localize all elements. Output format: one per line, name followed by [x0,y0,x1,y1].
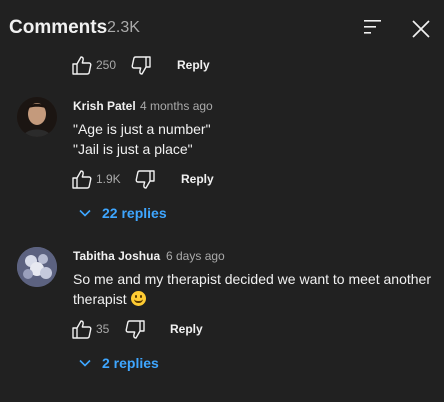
view-replies-button[interactable]: 22 replies [78,203,188,223]
dislike-icon[interactable] [134,169,156,191]
grinning-face-emoji [130,291,146,306]
comment-text: So me and my therapist decided we want t… [73,269,438,309]
comment-text: "Age is just a number" "Jail is just a p… [73,119,211,159]
comment-text-line: "Age is just a number" [73,121,211,137]
comment-text-line-2: therapist [73,289,438,309]
chevron-down-icon [78,206,92,220]
comment-text-line: "Jail is just a place" [73,141,193,157]
comment-text-line: therapist [73,291,127,307]
chevron-down-icon [78,356,92,370]
like-icon[interactable] [71,318,93,340]
replies-count-label: 2 replies [102,355,159,371]
reply-button[interactable]: Reply [170,322,203,336]
comments-title: Comments [9,17,108,38]
avatar[interactable] [17,247,57,287]
comment-author[interactable]: Krish Patel [73,99,136,113]
comment-actions: 35 Reply [71,318,221,340]
dislike-icon[interactable] [124,319,146,341]
view-replies-button[interactable]: 2 replies [78,353,178,373]
like-icon[interactable] [71,168,93,190]
like-count: 35 [96,322,110,336]
like-icon[interactable] [71,54,93,76]
comment-author[interactable]: Tabitha Joshua [73,249,160,263]
comment-actions: 1.9K Reply [71,168,221,190]
close-icon[interactable] [410,18,432,40]
replies-count-label: 22 replies [102,205,167,221]
reply-button[interactable]: Reply [177,58,210,72]
like-count: 250 [96,58,117,72]
reply-button[interactable]: Reply [181,172,214,186]
comments-header: Comments 2.3K [0,0,444,46]
dislike-icon[interactable] [130,55,152,77]
like-count: 1.9K [96,172,121,186]
comment-time[interactable]: 6 days ago [166,249,225,263]
comments-count: 2.3K [107,19,140,36]
comment-time[interactable]: 4 months ago [140,99,213,113]
top-comment-actions: 250 Reply [71,54,221,76]
comment-text-line: So me and my therapist decided we want t… [73,271,431,287]
sort-icon[interactable] [362,18,384,36]
avatar[interactable] [17,97,57,137]
